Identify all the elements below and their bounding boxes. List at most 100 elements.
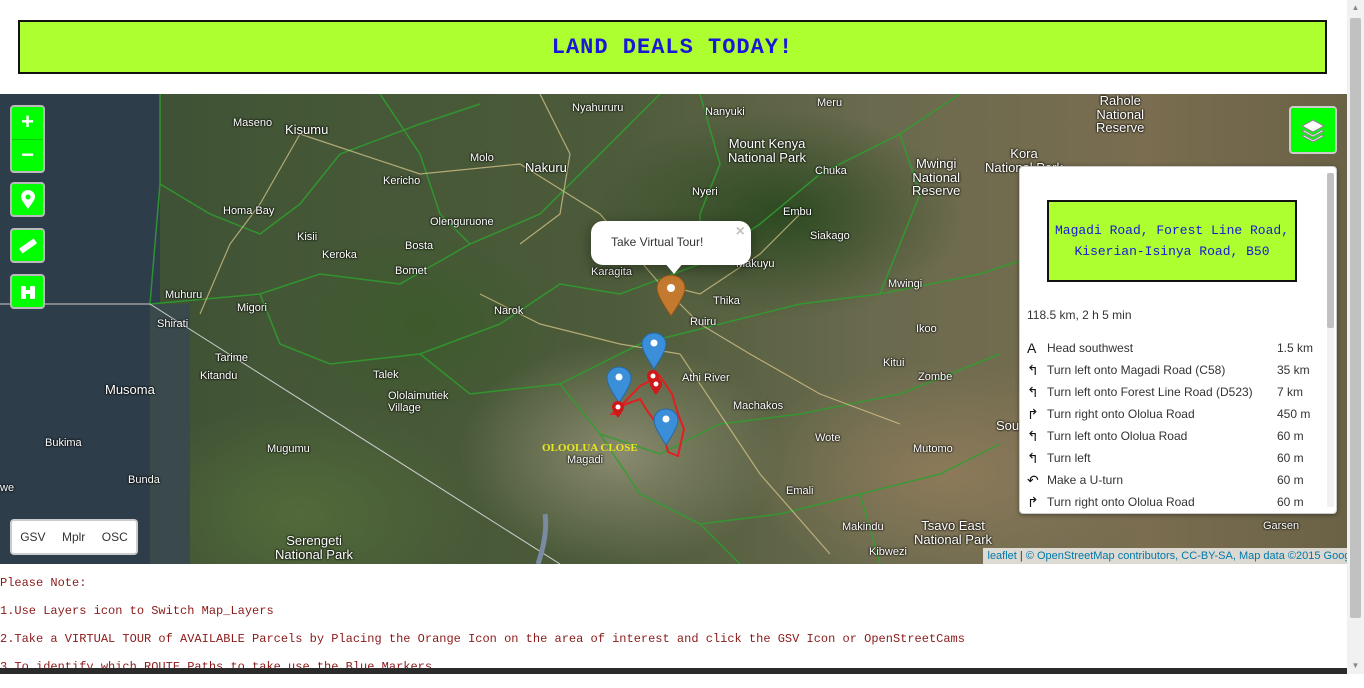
bottom-bar bbox=[0, 668, 1347, 674]
map-pin-icon bbox=[20, 190, 36, 210]
red-waypoint-icon[interactable] bbox=[649, 378, 663, 396]
scroll-up-arrow-icon[interactable]: ▲ bbox=[1347, 0, 1364, 16]
place-label: Garsen bbox=[1263, 521, 1299, 533]
place-label: Kisumu bbox=[285, 123, 328, 137]
step-instruction: Turn left onto Forest Line Road (D523) bbox=[1047, 385, 1277, 399]
place-label: Kitandu bbox=[200, 371, 237, 383]
panel-scrollbar[interactable] bbox=[1327, 173, 1334, 507]
place-label: Athi River bbox=[682, 373, 730, 385]
zoom-control: + − bbox=[10, 105, 45, 173]
blue-marker-icon[interactable] bbox=[640, 332, 668, 370]
place-label: Wote bbox=[815, 433, 840, 445]
route-step[interactable]: AHead southwest1.5 km bbox=[1027, 337, 1317, 359]
step-distance: 60 m bbox=[1277, 429, 1317, 443]
attribution-separator: | bbox=[1017, 550, 1026, 562]
blue-marker-icon[interactable] bbox=[652, 408, 680, 446]
turn-icon: ↱ bbox=[1027, 406, 1047, 423]
route-step[interactable]: ↰Turn left onto Magadi Road (C58)35 km bbox=[1027, 359, 1317, 381]
provider-mplr-button[interactable]: Mplr bbox=[62, 530, 85, 544]
step-instruction: Make a U-turn bbox=[1047, 473, 1277, 487]
place-label: Bomet bbox=[395, 266, 427, 278]
turn-icon: A bbox=[1027, 340, 1047, 356]
leaflet-link[interactable]: leaflet bbox=[988, 550, 1017, 562]
place-label: Talek bbox=[373, 370, 399, 382]
place-label: Bosta bbox=[405, 241, 433, 253]
page-title: LAND DEALS TODAY! bbox=[552, 35, 793, 60]
place-label: Thika bbox=[713, 296, 740, 308]
binoculars-icon bbox=[19, 283, 37, 301]
route-step[interactable]: ↱Turn right onto Ololua Road60 m bbox=[1027, 491, 1317, 513]
orange-marker-icon[interactable] bbox=[654, 275, 688, 317]
place-label: Maseno bbox=[233, 118, 272, 130]
place-label: Shirati bbox=[157, 319, 188, 331]
route-label: OLOOLUA CLOSE bbox=[542, 442, 638, 454]
layers-button[interactable] bbox=[1289, 106, 1337, 154]
county-boundaries bbox=[150, 94, 1040, 564]
step-instruction: Turn right onto Ololua Road bbox=[1047, 407, 1277, 421]
blue-marker-icon[interactable] bbox=[605, 366, 633, 404]
scroll-down-arrow-icon[interactable]: ▼ bbox=[1347, 658, 1364, 674]
lake-natron bbox=[538, 514, 546, 564]
place-label: Homa Bay bbox=[223, 206, 274, 218]
place-label: Ikoo bbox=[916, 324, 937, 336]
popup-close-button[interactable]: × bbox=[736, 223, 745, 241]
banner: LAND DEALS TODAY! bbox=[18, 20, 1327, 74]
place-label: Kisii bbox=[297, 232, 317, 244]
route-step[interactable]: ↶Make a U-turn60 m bbox=[1027, 469, 1317, 491]
turn-icon: ↶ bbox=[1027, 472, 1047, 489]
step-distance: 60 m bbox=[1277, 451, 1317, 465]
scroll-thumb[interactable] bbox=[1350, 18, 1361, 618]
place-label: Musoma bbox=[105, 383, 155, 397]
place-marker-button[interactable] bbox=[10, 182, 45, 217]
route-step[interactable]: ↰Turn left onto Forest Line Road (D523)7… bbox=[1027, 381, 1317, 403]
place-label: Karagita bbox=[591, 267, 632, 279]
popup-text: Take Virtual Tour! bbox=[611, 235, 703, 249]
place-label: Nanyuki bbox=[705, 107, 745, 119]
zoom-in-button[interactable]: + bbox=[12, 107, 43, 140]
header: LAND DEALS TODAY! bbox=[0, 0, 1347, 94]
place-label: Mugumu bbox=[267, 444, 310, 456]
directions-panel[interactable]: Magadi Road, Forest Line Road, Kiserian-… bbox=[1019, 166, 1337, 514]
place-label: Kibwezi bbox=[869, 547, 907, 559]
place-label: Makindu bbox=[842, 522, 884, 534]
zoom-out-button[interactable]: − bbox=[12, 140, 43, 172]
place-label: Nyeri bbox=[692, 187, 718, 199]
place-label: Narok bbox=[494, 306, 523, 318]
place-label: we bbox=[0, 483, 14, 495]
layers-icon bbox=[1299, 116, 1327, 144]
provider-osc-button[interactable]: OSC bbox=[102, 530, 128, 544]
place-label: Bukima bbox=[45, 438, 82, 450]
measure-button[interactable] bbox=[10, 228, 45, 263]
step-distance: 60 m bbox=[1277, 473, 1317, 487]
place-label: Migori bbox=[237, 303, 267, 315]
place-label: Serengeti National Park bbox=[275, 534, 353, 561]
route-steps: AHead southwest1.5 km↰Turn left onto Mag… bbox=[1027, 337, 1317, 513]
place-label: Olenguruone bbox=[430, 217, 494, 229]
turn-icon: ↰ bbox=[1027, 362, 1047, 379]
place-label: Molo bbox=[470, 153, 494, 165]
step-distance: 450 m bbox=[1277, 407, 1317, 421]
provider-gsv-button[interactable]: GSV bbox=[20, 530, 45, 544]
turn-icon: ↱ bbox=[1027, 494, 1047, 511]
route-step[interactable]: ↰Turn left onto Ololua Road60 m bbox=[1027, 425, 1317, 447]
route-step[interactable]: ↰Turn left60 m bbox=[1027, 447, 1317, 469]
page-scrollbar[interactable]: ▲ ▼ bbox=[1347, 0, 1364, 674]
red-waypoint-icon[interactable] bbox=[611, 401, 625, 419]
step-instruction: Turn left onto Ololua Road bbox=[1047, 429, 1277, 443]
place-label: Rahole National Reserve bbox=[1096, 94, 1144, 135]
route-summary: 118.5 km, 2 h 5 min bbox=[1027, 308, 1132, 322]
place-label: Nyahururu bbox=[572, 103, 623, 115]
osm-attribution-link[interactable]: © OpenStreetMap contributors, CC-BY-SA, … bbox=[1026, 550, 1359, 562]
place-label: Machakos bbox=[733, 401, 783, 413]
street-view-button[interactable] bbox=[10, 274, 45, 309]
popup-tip bbox=[664, 262, 684, 274]
step-distance: 7 km bbox=[1277, 385, 1317, 399]
place-label: Nakuru bbox=[525, 161, 567, 175]
route-step[interactable]: ↱Turn right onto Ololua Road450 m bbox=[1027, 403, 1317, 425]
step-instruction: Turn right onto Ololua Road bbox=[1047, 495, 1277, 509]
step-distance: 1.5 km bbox=[1277, 341, 1317, 355]
place-label: Kitui bbox=[883, 358, 904, 370]
place-label: Sou bbox=[996, 419, 1019, 433]
ruler-icon bbox=[18, 236, 38, 256]
place-label: Keroka bbox=[322, 250, 357, 262]
